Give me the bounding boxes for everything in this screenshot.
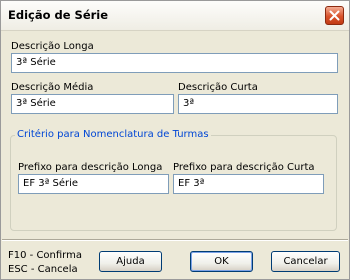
- prefixo-curta-input[interactable]: EF 3ª: [173, 174, 324, 194]
- cancel-button[interactable]: Cancelar: [271, 251, 340, 272]
- descricao-media-input[interactable]: 3ª Série: [11, 94, 174, 114]
- group-title: Critério para Nomenclatura de Turmas: [15, 129, 211, 141]
- descricao-longa-input[interactable]: 3ª Série: [11, 53, 338, 73]
- prefixo-longa-input[interactable]: EF 3ª Série: [18, 174, 169, 194]
- close-icon: [329, 10, 340, 21]
- ok-button[interactable]: OK: [190, 251, 253, 272]
- title-bar[interactable]: Edição de Série: [1, 1, 349, 31]
- help-button[interactable]: Ajuda: [99, 251, 162, 272]
- footer-separator: [2, 239, 348, 241]
- descricao-media-label: Descrição Média: [11, 82, 94, 93]
- window-title: Edição de Série: [8, 8, 109, 22]
- cancel-hint: ESC - Cancela: [8, 264, 78, 275]
- descricao-longa-label: Descrição Longa: [11, 41, 94, 52]
- descricao-curta-label: Descrição Curta: [178, 82, 258, 93]
- dialog-window: Edição de Série Descrição Longa 3ª Série…: [0, 0, 350, 280]
- prefixo-longa-label: Prefixo para descrição Longa: [18, 162, 163, 173]
- close-button[interactable]: [325, 6, 344, 25]
- confirm-hint: F10 - Confirma: [8, 250, 82, 261]
- descricao-curta-input[interactable]: 3ª: [178, 94, 338, 114]
- prefixo-curta-label: Prefixo para descrição Curta: [173, 162, 315, 173]
